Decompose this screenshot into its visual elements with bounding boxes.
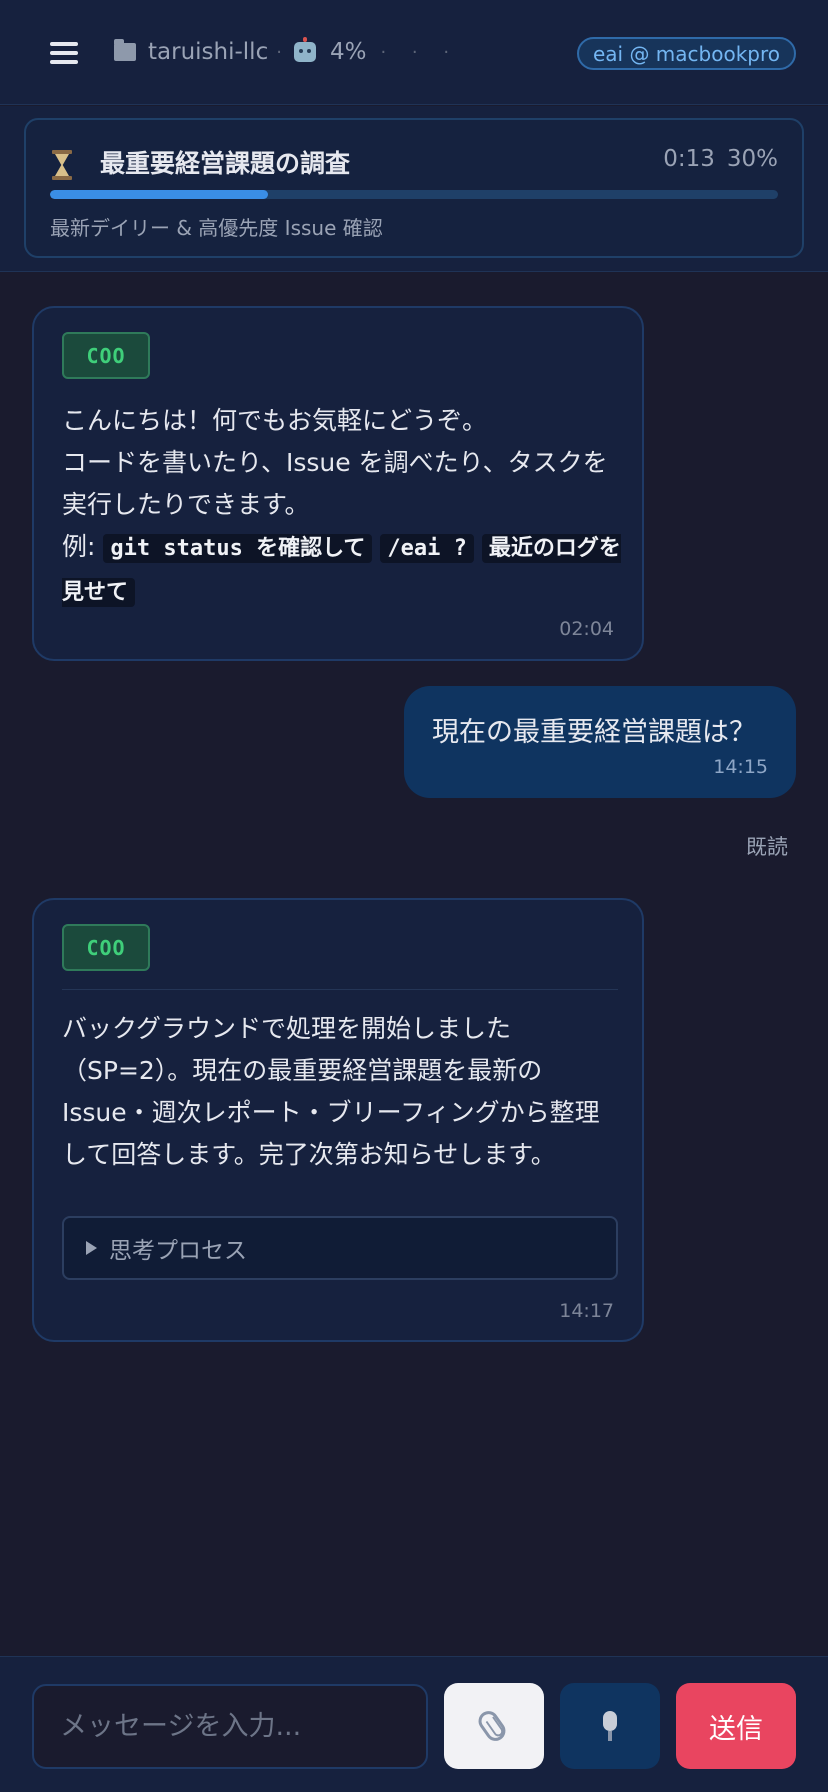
message-line: コードを書いたり、Issue を調べたり、タスクを実行したりできます。 xyxy=(62,448,608,519)
example-command[interactable]: /eai ? xyxy=(380,534,474,563)
caret-right-icon xyxy=(86,1241,97,1255)
role-badge: COO xyxy=(62,332,150,379)
workspace-name[interactable]: taruishi-llc xyxy=(148,39,268,65)
hourglass-icon xyxy=(52,150,72,180)
composer-bar: 送信 xyxy=(0,1656,828,1792)
progress-bar xyxy=(50,190,778,199)
workspace-info: taruishi-llc · 4% · · · xyxy=(114,36,459,68)
message-input[interactable] xyxy=(32,1684,428,1769)
message-text: 現在の最重要経営課題は？ xyxy=(432,717,756,748)
hamburger-menu-icon[interactable] xyxy=(50,42,78,64)
task-progress-label: 30% xyxy=(726,146,778,172)
microphone-icon xyxy=(603,1711,617,1741)
folder-icon xyxy=(114,39,136,61)
task-meta: 0:13 30% xyxy=(663,146,778,172)
task-title: 最重要経営課題の調査 xyxy=(100,149,351,178)
task-progress-card[interactable]: 最重要経営課題の調査 0:13 30% 最新デイリー & 高優先度 Issue 確… xyxy=(24,118,804,258)
role-badge: COO xyxy=(62,924,150,971)
usage-percent: 4% xyxy=(329,39,367,65)
message-text: バックグラウンドで処理を開始しました（SP=2）。現在の最重要経営課題を最新の … xyxy=(62,1014,600,1169)
activity-dots: · · · xyxy=(380,41,460,63)
robot-icon xyxy=(293,37,316,62)
example-line: 例: git status を確認して /eai ? 最近のログを見せて xyxy=(62,526,622,614)
message-timestamp: 14:17 xyxy=(559,1300,614,1322)
user-message: 現在の最重要経営課題は？ 14:15 xyxy=(404,686,796,798)
thinking-process-toggle[interactable]: 思考プロセス xyxy=(62,1216,618,1280)
paperclip-icon xyxy=(474,1707,510,1745)
message-line: こんにちは！何でもお気軽にどうぞ。 xyxy=(62,406,488,435)
bot-message: COO バックグラウンドで処理を開始しました（SP=2）。現在の最重要経営課題を… xyxy=(32,898,644,1342)
send-button[interactable]: 送信 xyxy=(676,1683,796,1769)
bot-message: COO こんにちは！何でもお気軽にどうぞ。 コードを書いたり、Issue を調べ… xyxy=(32,306,644,661)
task-area: 最重要経営課題の調査 0:13 30% 最新デイリー & 高優先度 Issue 確… xyxy=(0,106,828,272)
attach-button[interactable] xyxy=(444,1683,544,1769)
example-prefix: 例: xyxy=(62,532,104,561)
host-badge[interactable]: eai @ macbookpro xyxy=(576,37,796,70)
divider xyxy=(62,989,618,990)
message-timestamp: 02:04 xyxy=(559,618,614,640)
thinking-label: 思考プロセス xyxy=(109,1238,247,1264)
task-subtitle: 最新デイリー & 高優先度 Issue 確認 xyxy=(50,216,383,240)
progress-fill xyxy=(50,190,269,199)
header-bar: taruishi-llc · 4% · · · eai @ macbookpro xyxy=(0,0,828,105)
message-timestamp: 14:15 xyxy=(713,756,768,778)
voice-button[interactable] xyxy=(560,1683,660,1769)
task-elapsed: 0:13 xyxy=(663,146,715,172)
message-text: こんにちは！何でもお気軽にどうぞ。 コードを書いたり、Issue を調べたり、タ… xyxy=(62,400,622,614)
example-command[interactable]: git status を確認して xyxy=(103,534,373,563)
read-status: 既読 xyxy=(746,835,788,859)
separator: · xyxy=(276,41,282,63)
